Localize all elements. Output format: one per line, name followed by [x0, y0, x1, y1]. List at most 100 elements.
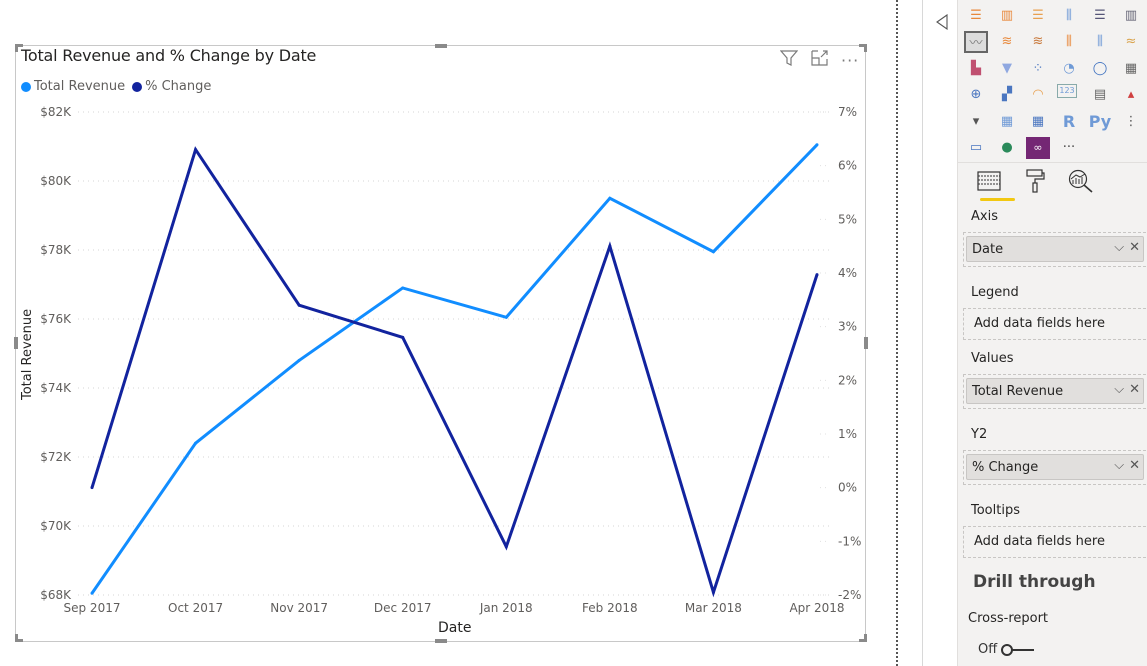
stacked-area-chart-icon[interactable]: ≋: [1026, 31, 1050, 53]
power-bi-report: Total Revenue and % Change by Date ··· T…: [0, 0, 1147, 666]
tooltips-well-label: Tooltips: [971, 503, 1020, 518]
y2-tick-label: 4%: [838, 266, 857, 280]
active-tab-indicator: [980, 198, 1015, 201]
canvas-pane-divider: [896, 0, 898, 666]
y-tick-label: $72K: [40, 450, 72, 464]
r-visual-icon[interactable]: R: [1057, 110, 1081, 132]
y2-tick-label: 0%: [838, 481, 857, 495]
100-stacked-column-chart-icon[interactable]: ▥: [1119, 4, 1143, 26]
report-canvas: Total Revenue and % Change by Date ··· T…: [0, 0, 895, 666]
stacked-column-chart-icon[interactable]: ▥: [995, 4, 1019, 26]
y2-tick-label: 7%: [838, 105, 857, 119]
field-name: % Change: [972, 459, 1039, 475]
close-icon[interactable]: ✕: [1129, 458, 1140, 473]
map-icon[interactable]: ⊕: [964, 84, 988, 106]
fields-tab[interactable]: [976, 168, 1002, 194]
more-visuals-icon[interactable]: ···: [1057, 137, 1081, 159]
axis-field-pill[interactable]: Date ⌵ ✕: [966, 236, 1144, 262]
python-visual-icon[interactable]: Py: [1088, 110, 1112, 132]
x-tick-label: Jan 2018: [479, 601, 533, 615]
x-tick-label: Apr 2018: [789, 601, 844, 615]
drill-through-heading: Drill through: [973, 572, 1096, 592]
line-stacked-column-chart-icon[interactable]: ⫼: [1088, 31, 1112, 53]
y2-tick-label: 5%: [838, 212, 857, 226]
toggle-track: [1012, 648, 1035, 651]
clustered-column-chart-icon[interactable]: ⫼: [1057, 4, 1081, 26]
y-axis-title: Total Revenue: [20, 308, 35, 400]
y2-tick-label: 6%: [838, 159, 857, 173]
filled-map-icon[interactable]: ▞: [995, 84, 1019, 106]
analytics-tab[interactable]: [1068, 168, 1094, 194]
data-point: [401, 335, 405, 339]
y2-field-pill[interactable]: % Change ⌵ ✕: [966, 454, 1144, 480]
ribbon-chart-icon[interactable]: ≈: [1119, 31, 1143, 53]
toggle-switch[interactable]: [1001, 643, 1035, 656]
treemap-icon[interactable]: ▦: [1119, 57, 1143, 79]
y-tick-label: $70K: [40, 519, 72, 533]
clustered-bar-chart-icon[interactable]: ☰: [1026, 4, 1050, 26]
chart-plot-area[interactable]: $68K $70K $72K $74K $76K $78K $80K $82K -2% -1% 0%…: [0, 0, 895, 666]
y-tick-label: $68K: [40, 588, 72, 602]
matrix-icon[interactable]: ▦: [1026, 110, 1050, 132]
toggle-state-label: Off: [978, 642, 998, 657]
y-tick-label: $78K: [40, 243, 72, 257]
pie-chart-icon[interactable]: ◔: [1057, 57, 1081, 79]
data-point: [608, 244, 612, 248]
format-tab[interactable]: [1022, 168, 1048, 194]
data-point: [194, 148, 198, 152]
gauge-icon[interactable]: ◠: [1026, 84, 1050, 106]
line-chart-icon[interactable]: 〰: [964, 30, 988, 53]
scatter-chart-icon[interactable]: ⁘: [1026, 57, 1050, 79]
data-point: [608, 196, 612, 200]
toggle-knob: [1001, 643, 1014, 656]
multi-row-card-icon[interactable]: ▤: [1088, 84, 1112, 106]
y-tick-label: $76K: [40, 312, 72, 326]
y2-well-label: Y2: [971, 427, 988, 442]
data-point: [401, 286, 405, 290]
key-influencers-icon[interactable]: ⋮: [1119, 110, 1143, 132]
funnel-icon[interactable]: [935, 13, 949, 34]
values-field-pill[interactable]: Total Revenue ⌵ ✕: [966, 378, 1144, 404]
card-icon[interactable]: 123: [1057, 83, 1077, 98]
close-icon[interactable]: ✕: [1129, 240, 1140, 255]
line-clustered-column-chart-icon[interactable]: ⫼: [1057, 31, 1081, 53]
divider: [958, 162, 1147, 163]
chevron-down-icon[interactable]: ⌵: [1114, 240, 1124, 255]
legend-well-label: Legend: [971, 285, 1019, 300]
field-name: Date: [972, 241, 1004, 257]
filters-pane-collapsed[interactable]: Filters: [922, 0, 971, 666]
data-point: [711, 250, 715, 254]
pane-tabs: [976, 168, 1094, 194]
cross-report-toggle[interactable]: Off: [978, 642, 1035, 657]
close-icon[interactable]: ✕: [1129, 382, 1140, 397]
data-point: [90, 486, 94, 490]
tooltips-well-placeholder: Add data fields here: [974, 534, 1105, 549]
y-tick-label: $80K: [40, 174, 72, 188]
y2-tick-label: 1%: [838, 427, 857, 441]
y2-tick-label: 2%: [838, 373, 857, 387]
stacked-bar-chart-icon[interactable]: ☰: [964, 4, 988, 26]
area-chart-icon[interactable]: ≋: [995, 31, 1019, 53]
chevron-down-icon[interactable]: ⌵: [1114, 382, 1124, 397]
kpi-icon[interactable]: ▴: [1119, 84, 1143, 106]
x-tick-label: Sep 2017: [64, 601, 121, 615]
funnel-chart-icon[interactable]: ▼: [995, 57, 1019, 79]
data-point: [90, 591, 94, 595]
visualizations-pane: ☰ ▥ ☰ ⫼ ☰ ▥ 〰 ≋ ≋ ⫼ ⫼ ≈ ▙ ▼ ⁘ ◔ ◯ ▦ ⊕ ▞ ◠ 123 ▤ ▴ ▾ ▦ ▦ R Py ⋮ ▭ ● ∞ ··· …: [957, 0, 1147, 666]
y2-tick-label: -2%: [838, 588, 861, 602]
field-name: Total Revenue: [972, 383, 1064, 399]
table-icon[interactable]: ▦: [995, 110, 1019, 132]
arcgis-map-icon[interactable]: ●: [995, 137, 1019, 159]
data-point: [297, 303, 301, 307]
slicer-icon[interactable]: ▾: [964, 110, 988, 132]
visual-type-gallery: ☰ ▥ ☰ ⫼ ☰ ▥ 〰 ≋ ≋ ⫼ ⫼ ≈ ▙ ▼ ⁘ ◔ ◯ ▦ ⊕ ▞ ◠ 123 ▤ ▴ ▾ ▦ ▦ R Py ⋮ ▭ ● ∞ ···: [964, 4, 1147, 163]
data-point: [194, 441, 198, 445]
qa-visual-icon[interactable]: ▭: [964, 137, 988, 159]
donut-chart-icon[interactable]: ◯: [1088, 57, 1112, 79]
100-stacked-bar-chart-icon[interactable]: ☰: [1088, 4, 1112, 26]
power-apps-icon[interactable]: ∞: [1026, 136, 1050, 159]
data-point: [711, 590, 715, 594]
x-axis-title: Date: [438, 620, 472, 636]
waterfall-chart-icon[interactable]: ▙: [964, 57, 988, 79]
chevron-down-icon[interactable]: ⌵: [1114, 458, 1124, 473]
